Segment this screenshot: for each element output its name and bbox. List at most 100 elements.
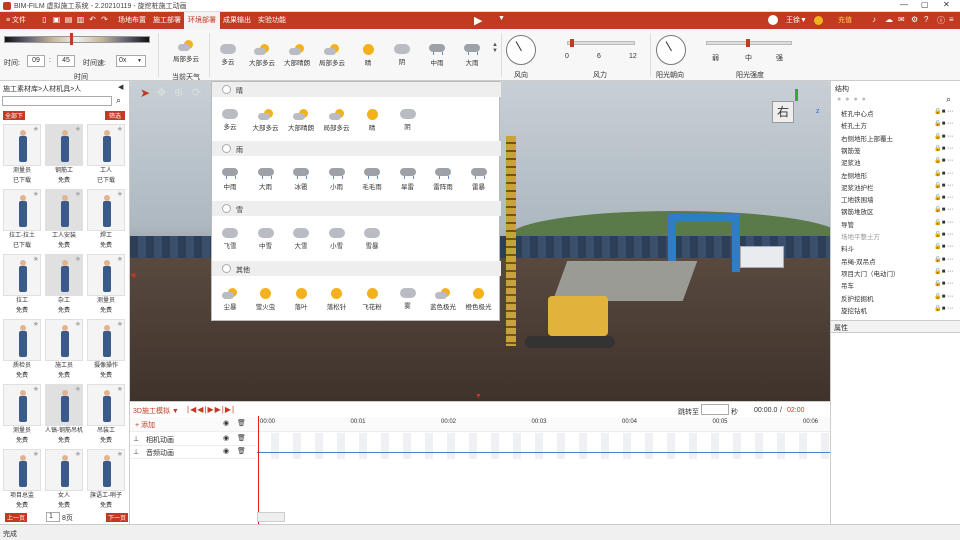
weather-option[interactable]: 小雪 <box>319 228 355 250</box>
weather-option[interactable]: 大部多云 <box>248 109 284 132</box>
timeline-scrollbar[interactable] <box>257 512 285 522</box>
favorite-star-icon[interactable]: ★ <box>33 255 39 263</box>
reset-view-icon[interactable]: ⟳ <box>192 86 201 99</box>
new-icon[interactable]: ▯ <box>40 15 49 25</box>
add-track-button[interactable]: + 添加 <box>135 420 155 430</box>
weather-option[interactable]: 旱雷 <box>390 168 426 191</box>
tree-item-actions[interactable]: 🔒■ ⋯ <box>934 182 953 189</box>
visibility-icon[interactable]: ◉ <box>223 447 229 455</box>
sun-direction-dial[interactable] <box>656 35 686 65</box>
weather-option[interactable]: 落松针 <box>319 288 355 311</box>
panel-bottom-toggle-icon[interactable]: ▼ <box>475 393 482 400</box>
viewport-cursor-icon[interactable]: ➤ <box>140 86 150 100</box>
weather-quick-0[interactable]: 多云 <box>210 44 246 66</box>
tree-item[interactable]: 项目大门（电动门） 🔒■ ⋯ <box>831 268 960 280</box>
tree-item[interactable]: 吊车 🔒■ ⋯ <box>831 280 960 292</box>
weather-option[interactable]: 中雨 <box>212 168 248 191</box>
avatar[interactable] <box>768 15 778 25</box>
play-icon[interactable]: ▶ <box>474 14 482 27</box>
tree-item[interactable]: 泥浆池护栏 🔒■ ⋯ <box>831 182 960 194</box>
weather-option[interactable]: 落叶 <box>283 288 319 311</box>
weather-option[interactable]: 多云 <box>212 109 248 131</box>
weather-option[interactable]: 局部多云 <box>319 109 355 132</box>
favorite-star-icon[interactable]: ★ <box>75 450 81 458</box>
help-icon[interactable]: ? <box>924 15 928 24</box>
favorite-star-icon[interactable]: ★ <box>33 190 39 198</box>
weather-quick-7[interactable]: 大雨 <box>454 44 490 67</box>
tree-item-actions[interactable]: 🔒■ ⋯ <box>934 170 953 177</box>
weather-option[interactable]: 蓝色极光 <box>425 288 461 311</box>
tree-item[interactable]: 反护挖掘机 🔒■ ⋯ <box>831 293 960 305</box>
delete-icon[interactable]: 🗑 <box>237 447 246 455</box>
weather-quick-3[interactable]: 局部多云 <box>314 44 350 67</box>
weather-option[interactable]: 雾 <box>390 288 426 310</box>
weather-option[interactable]: 雷阵雨 <box>425 168 461 191</box>
maximize-button[interactable]: ▢ <box>921 0 929 9</box>
tree-item-actions[interactable]: 🔒■ ⋯ <box>934 120 953 127</box>
next-page-button[interactable]: 下一页 <box>106 513 128 522</box>
weather-option[interactable]: 毛毛雨 <box>354 168 390 191</box>
tree-item-actions[interactable]: 🔒■ ⋯ <box>934 145 953 152</box>
weather-option[interactable]: 雷暴 <box>461 168 497 191</box>
user-name[interactable]: 王徐▼ <box>786 15 807 25</box>
tree-item-actions[interactable]: 🔒■ ⋯ <box>934 231 953 238</box>
weather-option[interactable]: 大部晴朗 <box>283 109 319 132</box>
info-icon[interactable]: ⓘ <box>937 15 945 26</box>
menu-output[interactable]: 成果输出 <box>223 15 251 25</box>
favorite-star-icon[interactable]: ★ <box>75 320 81 328</box>
material-card[interactable]: ★ 摄像操作 免费 <box>87 319 125 382</box>
weather-quick-6[interactable]: 中雨 <box>419 44 455 67</box>
tree-item-actions[interactable]: 🔒■ ⋯ <box>934 108 953 115</box>
wind-direction-dial[interactable] <box>506 35 536 65</box>
settings-icon[interactable]: ⚙ <box>911 15 918 24</box>
jump-input[interactable] <box>701 404 729 415</box>
weather-option[interactable]: 橙色极光 <box>461 288 497 311</box>
tree-item-actions[interactable]: 🔒■ ⋯ <box>934 280 953 287</box>
move-tool-icon[interactable]: ✥ <box>157 86 166 99</box>
tree-item-actions[interactable]: 🔒■ ⋯ <box>934 133 953 140</box>
menu-more-icon[interactable]: ≡ <box>949 15 954 24</box>
weather-option[interactable]: 晴 <box>354 109 390 132</box>
material-card[interactable]: ★ 质检员 免费 <box>3 319 41 382</box>
menu-experimental[interactable]: 实验功能 <box>258 15 286 25</box>
material-card[interactable]: ★ 测量员 免费 <box>87 254 125 317</box>
undo-icon[interactable]: ↶ <box>88 15 97 25</box>
visibility-icon[interactable]: ◉ <box>223 434 229 442</box>
tree-item[interactable]: 钢筋笼 🔒■ ⋯ <box>831 145 960 157</box>
tree-item[interactable]: 导管 🔒■ ⋯ <box>831 219 960 231</box>
material-card[interactable]: ★ 测量员 已下载 <box>3 124 41 187</box>
minute-input[interactable]: 45 <box>57 55 75 67</box>
playback-controls[interactable]: |◀◀|▶▶|▶| <box>187 405 235 414</box>
material-card[interactable]: ★ 工人 已下载 <box>87 124 125 187</box>
collapse-icon[interactable]: ◀ <box>118 83 123 91</box>
weather-option[interactable]: 阴 <box>390 109 426 131</box>
weather-option[interactable]: 飞花粉 <box>354 288 390 311</box>
tree-item-actions[interactable]: 🔒■ ⋯ <box>934 268 953 275</box>
weather-quick-5[interactable]: 阴 <box>384 44 420 66</box>
weather-option[interactable]: 大雪 <box>283 228 319 250</box>
tree-item[interactable]: 泥浆池 🔒■ ⋯ <box>831 157 960 169</box>
tree-item[interactable]: 左侧地形 🔒■ ⋯ <box>831 170 960 182</box>
track-lane[interactable] <box>257 433 830 459</box>
weather-quick-2[interactable]: 大部晴朗 <box>279 44 315 67</box>
favorite-star-icon[interactable]: ★ <box>117 450 123 458</box>
recharge-link[interactable]: 充值 <box>838 15 852 25</box>
weather-option[interactable]: 小雨 <box>319 168 355 191</box>
weather-option[interactable]: 冰雹 <box>283 168 319 191</box>
material-card[interactable]: ★ 女人 免费 <box>45 449 83 512</box>
orbit-tool-icon[interactable]: ⊕ <box>174 86 183 99</box>
weather-quick-1[interactable]: 大部多云 <box>244 44 280 67</box>
visibility-icon[interactable]: ◉ <box>223 419 229 427</box>
hour-input[interactable]: 09 <box>27 55 45 67</box>
tree-item[interactable]: 吊绳-双吊点 🔒■ ⋯ <box>831 256 960 268</box>
favorite-star-icon[interactable]: ★ <box>117 190 123 198</box>
menu-environment[interactable]: 环境部署 <box>184 12 220 29</box>
page-input[interactable]: 1 <box>46 512 60 522</box>
tree-item[interactable]: 桩孔中心点 🔒■ ⋯ <box>831 108 960 120</box>
material-card[interactable]: ★ 施工员 免费 <box>45 319 83 382</box>
playhead[interactable] <box>258 416 259 525</box>
material-card[interactable]: ★ 工人安装 免费 <box>45 189 83 252</box>
favorite-star-icon[interactable]: ★ <box>75 190 81 198</box>
search-icon[interactable]: ⌕ <box>946 94 951 105</box>
favorite-star-icon[interactable]: ★ <box>33 125 39 133</box>
